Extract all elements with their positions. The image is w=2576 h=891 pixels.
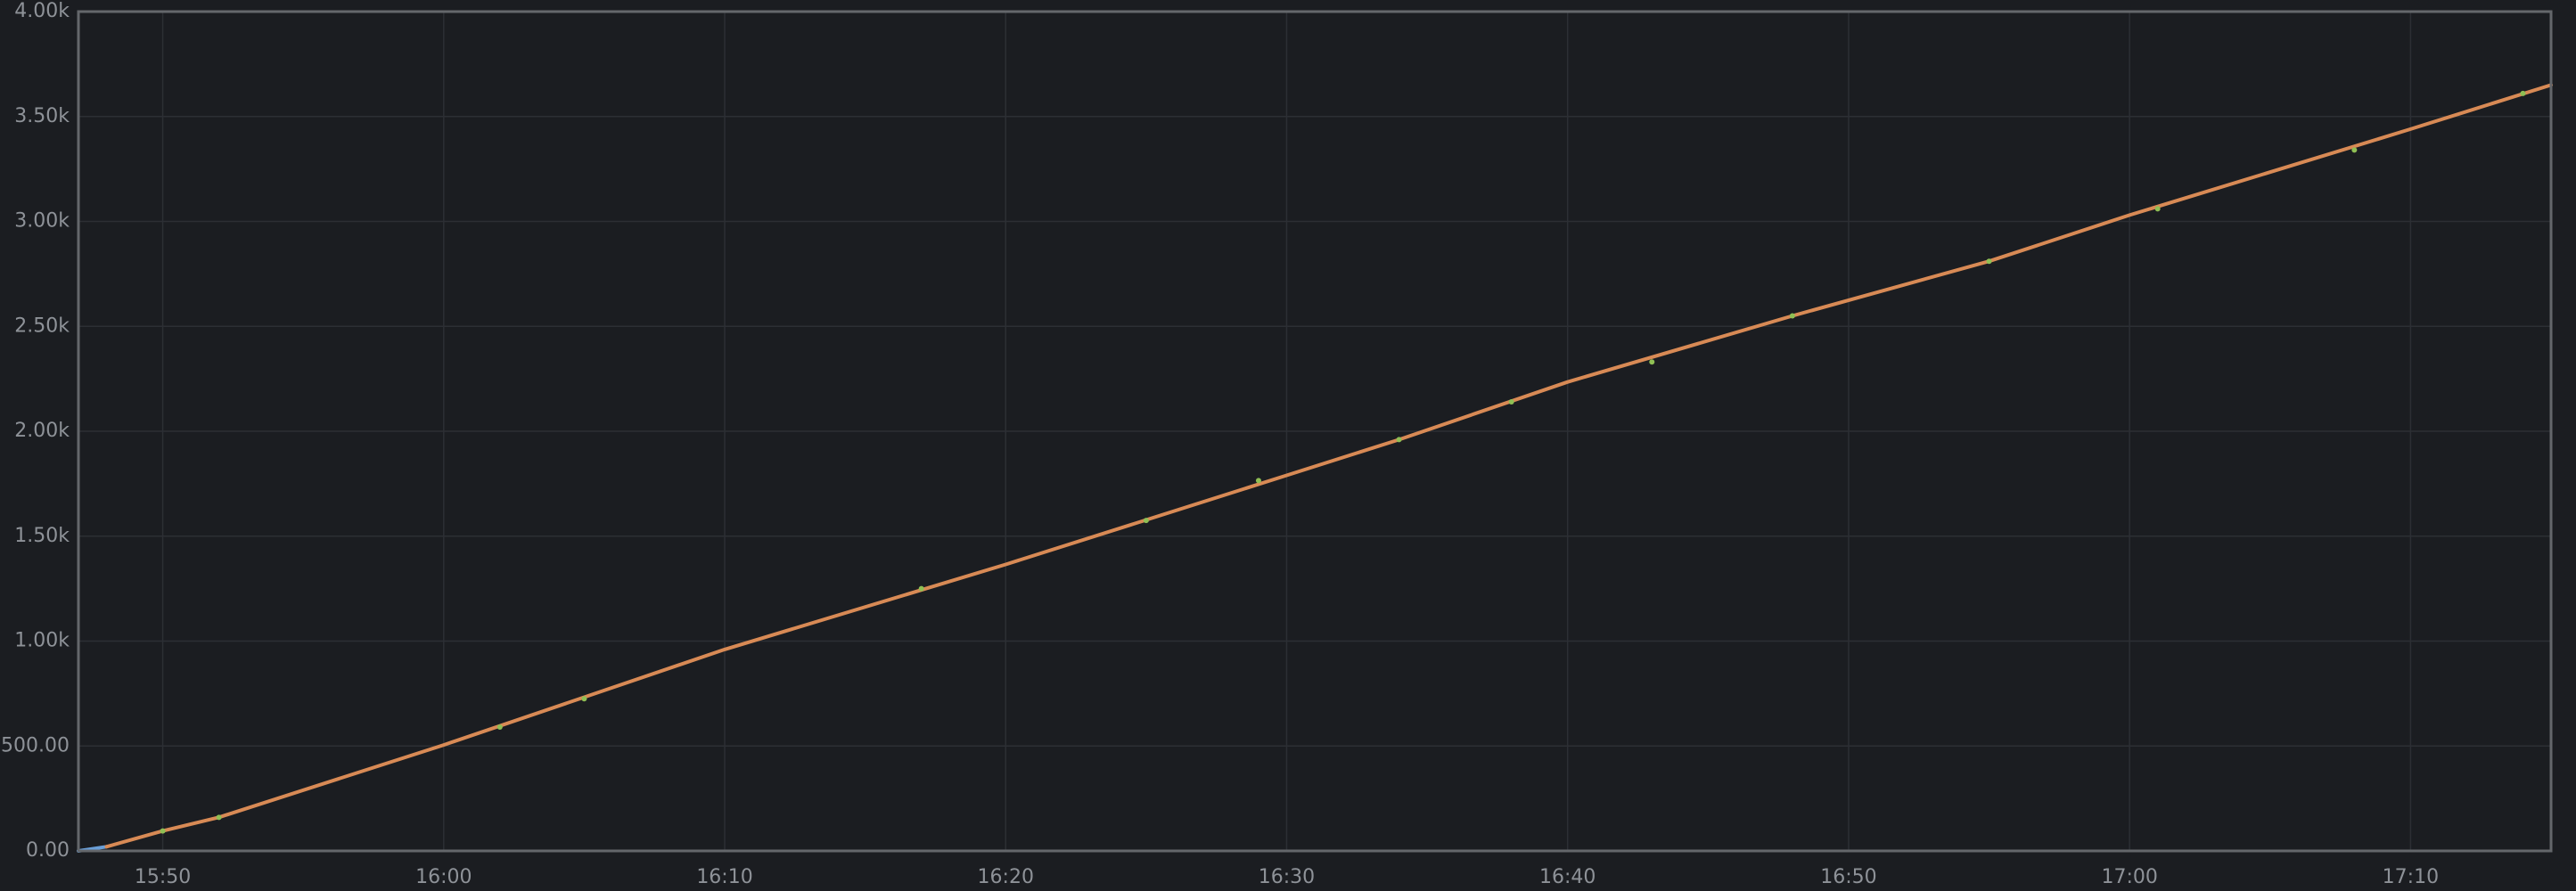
y-tick-label: 3.00k — [14, 210, 70, 233]
y-tick-label: 3.50k — [14, 105, 70, 127]
y-tick-label: 1.50k — [14, 525, 70, 547]
x-axis-ticks: 15:50 16:00 16:10 16:20 16:30 16:40 16:50 17:00… — [135, 866, 2439, 888]
x-tick-label: 15:50 — [135, 866, 191, 888]
x-tick-label: 16:00 — [415, 866, 472, 888]
x-tick-label: 16:10 — [696, 866, 752, 888]
x-tick-label: 17:00 — [2101, 866, 2157, 888]
x-tick-label: 16:30 — [1259, 866, 1315, 888]
y-tick-label: 4.00k — [14, 0, 70, 22]
data-point — [1508, 399, 1514, 405]
data-point — [2154, 206, 2161, 212]
data-point — [2520, 90, 2526, 96]
data-point — [1143, 518, 1149, 524]
line-chart: 0.00 500.00 1.00k 1.50k 2.00k 2.50k 3.00k 3.50k… — [1, 0, 2553, 888]
y-tick-label: 1.00k — [14, 630, 70, 652]
data-point — [216, 814, 222, 821]
data-point — [160, 828, 166, 834]
data-point — [1649, 359, 1655, 365]
data-point — [1396, 437, 1402, 443]
data-point — [1255, 478, 1261, 484]
x-tick-label: 16:50 — [1820, 866, 1876, 888]
y-tick-label: 2.00k — [14, 420, 70, 442]
y-tick-label: 2.50k — [14, 315, 70, 337]
x-tick-label: 16:40 — [1539, 866, 1596, 888]
y-tick-label: 500.00 — [1, 734, 70, 756]
y-tick-label: 0.00 — [26, 839, 70, 862]
data-point — [2351, 147, 2358, 153]
data-point — [1789, 313, 1795, 319]
y-axis-ticks: 0.00 500.00 1.00k 1.50k 2.00k 2.50k 3.00k 3.50k… — [1, 0, 70, 862]
data-point — [581, 696, 587, 702]
data-point — [496, 724, 503, 731]
data-point — [1986, 258, 1992, 265]
x-tick-label: 16:20 — [978, 866, 1034, 888]
data-point — [918, 585, 924, 592]
x-tick-label: 17:10 — [2383, 866, 2439, 888]
